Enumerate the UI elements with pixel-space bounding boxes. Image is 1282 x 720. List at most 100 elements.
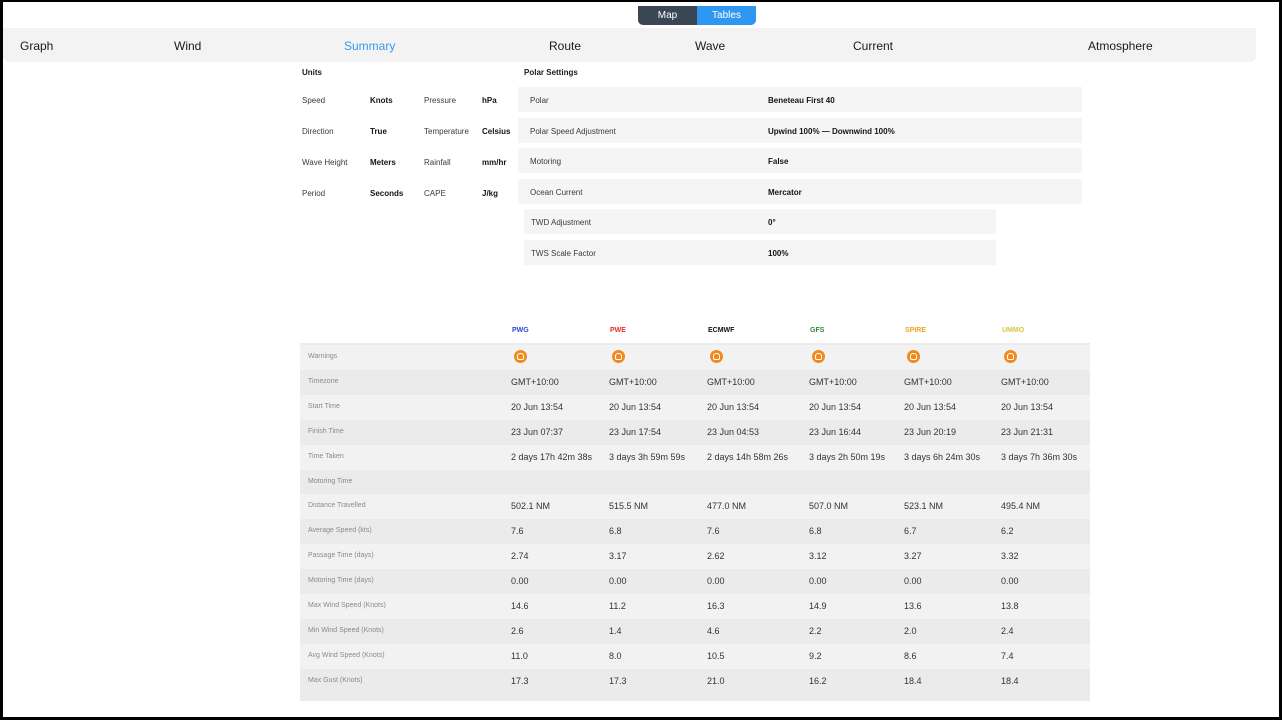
table-row: Max Gust (Knots) 17.3 17.3 21.0 16.2 18.4 18.4 <box>300 669 1090 694</box>
table-cell: 7.6 <box>511 526 524 537</box>
warning-icon[interactable] <box>1004 350 1017 363</box>
table-cell: 3 days 6h 24m 30s <box>904 451 981 462</box>
table-cell: 20 Jun 13:54 <box>511 401 564 412</box>
warning-icon[interactable] <box>514 350 527 363</box>
view-toggle: Map Tables <box>638 6 756 25</box>
unit-value[interactable]: Celsius <box>482 127 510 136</box>
tab-current[interactable]: Current <box>853 39 893 53</box>
tab-graph[interactable]: Graph <box>20 39 53 53</box>
table-row: Average Speed (kts) 7.6 6.8 7.6 6.8 6.7 6.2 <box>300 519 1090 544</box>
warning-icon[interactable] <box>612 350 625 363</box>
table-row: Start Time 20 Jun 13:54 20 Jun 13:54 20 Jun… <box>300 394 1090 420</box>
table-cell: 17.3 <box>609 675 627 686</box>
table-cell: 3.17 <box>609 551 627 562</box>
unit-value[interactable]: Seconds <box>370 189 403 198</box>
unit-value[interactable]: hPa <box>482 96 497 105</box>
table-cell: 3.32 <box>1001 551 1019 562</box>
table-cell: 7.4 <box>1001 650 1014 661</box>
table-cell: 21.0 <box>707 675 725 686</box>
table-cell: 6.2 <box>1001 526 1014 537</box>
model-header-spire: SPIRE <box>905 327 927 334</box>
table-cell: 13.6 <box>904 601 922 611</box>
polar-setting-value[interactable]: Upwind 100% — Downwind 100% <box>768 127 895 136</box>
table-cell: 3 days 3h 59m 59s <box>609 451 686 462</box>
tab-summary[interactable]: Summary <box>344 39 395 53</box>
table-cell: 2 days 17h 42m 38s <box>511 451 593 462</box>
table-cell: GMT+10:00 <box>511 376 559 387</box>
table-cell: 14.9 <box>809 601 827 611</box>
table-cell: 6.7 <box>904 526 917 537</box>
table-cell: 14.6 <box>511 601 529 611</box>
table-cell: 3.27 <box>904 551 922 562</box>
warning-icon[interactable] <box>907 350 920 363</box>
tab-route[interactable]: Route <box>549 39 581 53</box>
table-cell: 2.2 <box>809 625 822 636</box>
table-cell: 23 Jun 04:53 <box>707 426 760 437</box>
table-cell: 0.00 <box>707 576 725 587</box>
unit-value[interactable]: J/kg <box>482 189 498 198</box>
table-cell: 18.4 <box>1001 675 1019 686</box>
row-label: Finish Time <box>308 427 344 435</box>
polar-setting-value[interactable]: False <box>768 157 788 166</box>
model-header-ummo: UMMO <box>1002 327 1025 334</box>
table-cell: 20 Jun 13:54 <box>707 401 760 412</box>
model-header-ecmwf: ECMWF <box>708 327 735 334</box>
table-cell: 2.6 <box>511 625 524 636</box>
map-toggle-button[interactable]: Map <box>638 6 697 25</box>
row-label: Start Time <box>308 402 340 410</box>
table-cell: GMT+10:00 <box>609 376 657 387</box>
table-cell: 0.00 <box>809 576 827 587</box>
table-cell: 2.74 <box>511 551 529 562</box>
unit-label: Direction <box>302 127 334 136</box>
table-row: Motoring Time (days) 0.00 0.00 0.00 0.00 0.00… <box>300 569 1090 594</box>
table-cell: 23 Jun 20:19 <box>904 426 957 437</box>
unit-value[interactable]: Meters <box>370 158 396 167</box>
tables-toggle-button[interactable]: Tables <box>697 6 756 25</box>
row-label: Warnings <box>308 353 338 360</box>
unit-label: CAPE <box>424 189 446 198</box>
table-cell: 477.0 NM <box>707 501 747 512</box>
table-cell: 20 Jun 13:54 <box>1001 401 1054 412</box>
polar-setting-value[interactable]: Beneteau First 40 <box>768 96 835 105</box>
table-cell: 2 days 14h 58m 26s <box>707 451 789 462</box>
table-cell: 23 Jun 16:44 <box>809 426 862 437</box>
unit-label: Rainfall <box>424 158 451 167</box>
table-row: Avg Wind Speed (Knots) 11.0 8.0 10.5 9.2 8.6 7… <box>300 643 1090 669</box>
row-label: Motoring Time <box>308 477 353 485</box>
unit-value[interactable]: mm/hr <box>482 158 506 167</box>
tab-atmosphere[interactable]: Atmosphere <box>1088 39 1153 53</box>
table-cell: 2.62 <box>707 551 725 562</box>
unit-label: Temperature <box>424 127 469 136</box>
tab-wind[interactable]: Wind <box>174 39 201 53</box>
table-row: Time Taken 2 days 17h 42m 38s 3 days 3h 59… <box>300 444 1090 470</box>
polar-setting-value[interactable]: Mercator <box>768 188 802 197</box>
unit-label: Pressure <box>424 96 457 105</box>
row-label: Min Wind Speed (Knots) <box>308 626 384 634</box>
table-cell: 0.00 <box>904 576 922 587</box>
table-cell: 11.0 <box>511 650 528 661</box>
table-row: Distance Travelled 502.1 NM 515.5 NM 477.0 … <box>300 494 1090 520</box>
table-cell: GMT+10:00 <box>1001 376 1049 387</box>
row-label: Max Gust (Knots) <box>308 676 363 684</box>
polar-setting-label: TWS Scale Factor <box>531 248 596 258</box>
row-label: Time Taken <box>308 452 344 460</box>
row-label: Avg Wind Speed (Knots) <box>308 651 385 659</box>
warning-icon[interactable] <box>710 350 723 363</box>
polar-setting-value[interactable]: 100% <box>768 249 788 258</box>
unit-value[interactable]: True <box>370 127 387 136</box>
table-cell: 9.2 <box>809 650 822 661</box>
table-cell: GMT+10:00 <box>707 376 755 387</box>
table-cell: 23 Jun 21:31 <box>1001 426 1054 437</box>
model-header-pwg: PWG <box>512 327 529 334</box>
table-cell: 0.00 <box>609 576 627 587</box>
table-cell: 16.3 <box>707 601 725 611</box>
table-cell: 1.4 <box>609 625 622 636</box>
warning-icon[interactable] <box>812 350 825 363</box>
polar-row <box>524 209 996 234</box>
row-label: Motoring Time (days) <box>308 577 374 585</box>
polar-setting-value[interactable]: 0° <box>768 218 776 227</box>
table-cell: 3 days 7h 36m 30s <box>1001 451 1078 462</box>
row-label: Timezone <box>308 377 339 385</box>
unit-value[interactable]: Knots <box>370 96 393 105</box>
tab-wave[interactable]: Wave <box>695 39 725 53</box>
